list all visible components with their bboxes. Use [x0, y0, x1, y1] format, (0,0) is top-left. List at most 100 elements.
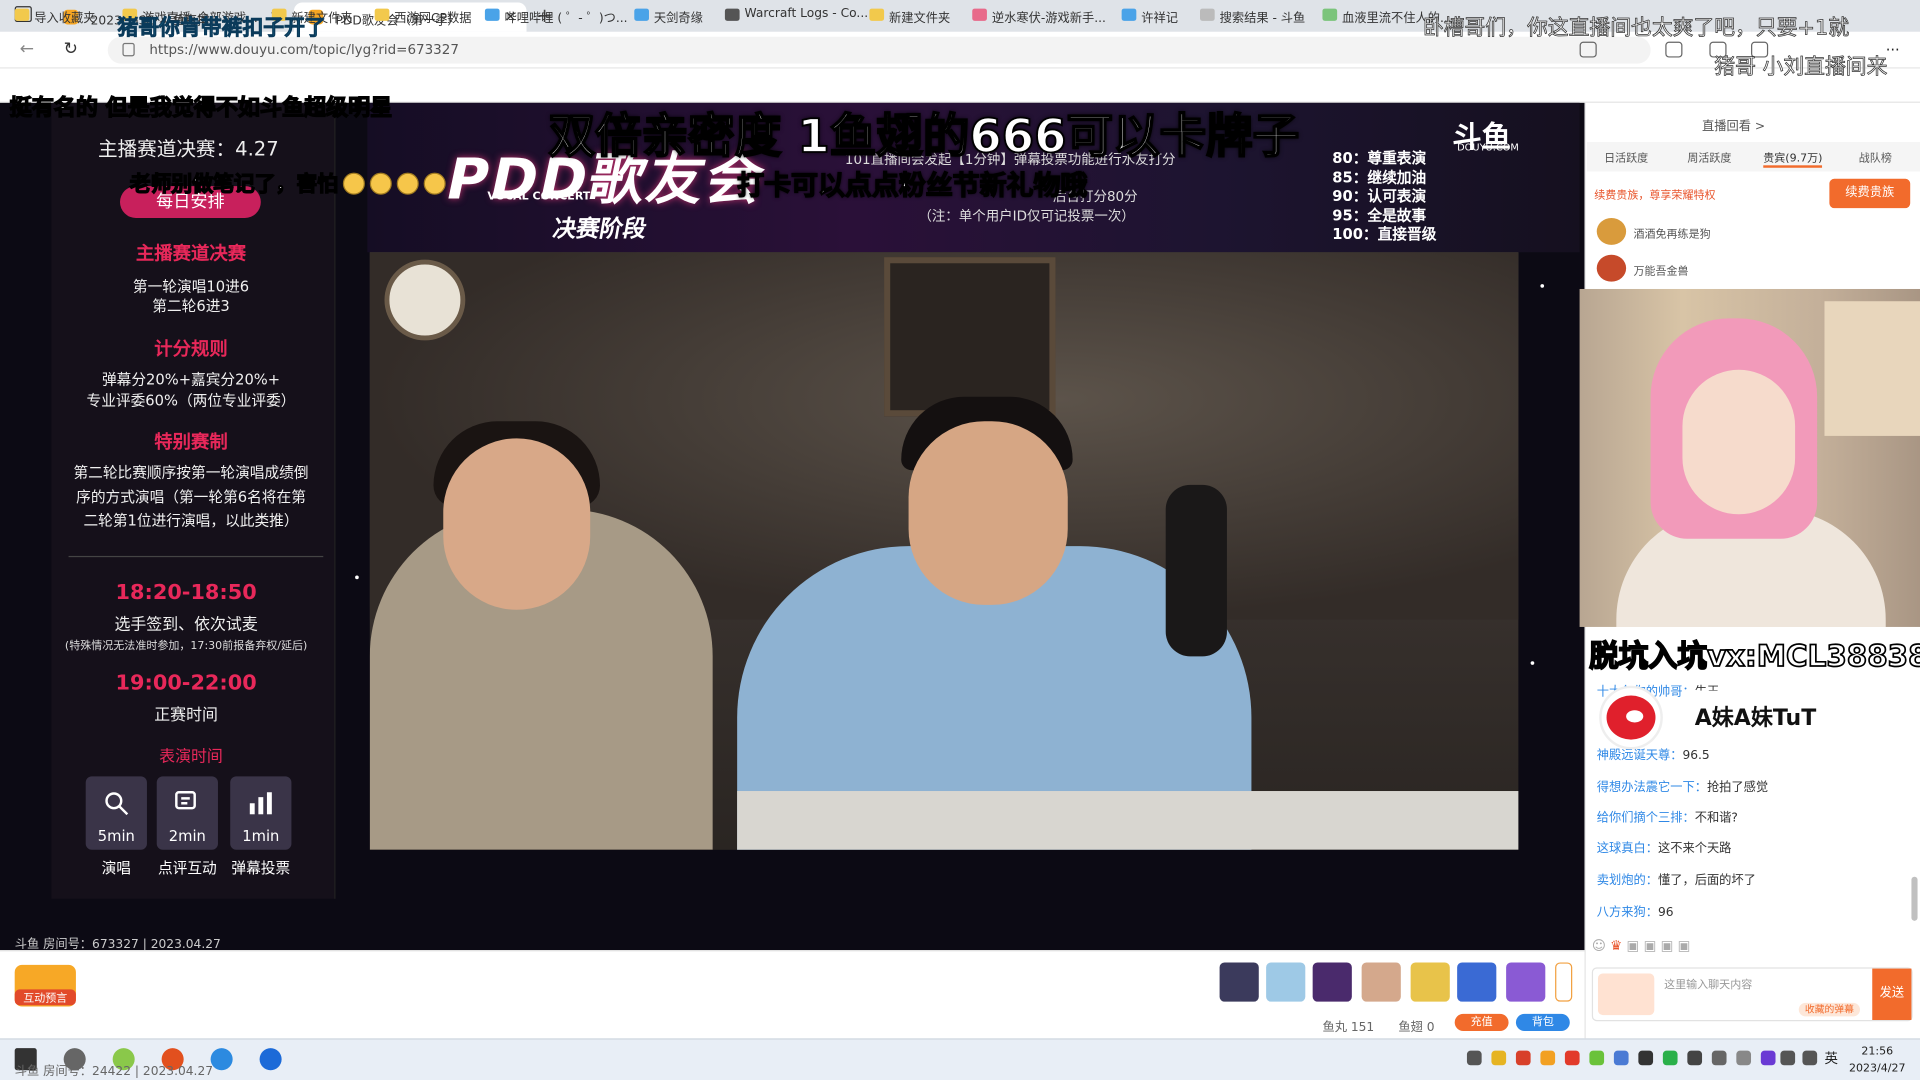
bookmark-item[interactable]: 许祥记 [1121, 7, 1178, 26]
edge-icon[interactable] [210, 1048, 233, 1071]
scared-emoji-icon [423, 172, 446, 195]
interactive-predict-button[interactable]: 互动预言 [14, 964, 76, 1007]
section-heading: 特别赛制 [154, 431, 228, 454]
tray-icon[interactable] [1687, 1050, 1703, 1066]
mic-icon[interactable] [1711, 1050, 1727, 1066]
gift-icon[interactable] [1410, 962, 1450, 1002]
picture-frame [884, 257, 1056, 417]
network-icon[interactable] [1780, 1050, 1796, 1066]
bookmark-icon [1121, 8, 1137, 21]
input-language[interactable]: 英 [1824, 1048, 1837, 1068]
chat-placeholder: 这里输入聊天内容 [1664, 979, 1753, 992]
send-button[interactable]: 发送 [1872, 968, 1912, 1021]
gift-icon[interactable] [1266, 962, 1306, 1002]
tray-icon[interactable] [1736, 1050, 1752, 1066]
gift-icon[interactable] [1219, 962, 1259, 1002]
tray-icon[interactable] [1613, 1050, 1629, 1066]
noble-icon[interactable]: ♛ [1610, 938, 1622, 954]
tab-daily[interactable]: 日活跃度 [1604, 149, 1648, 165]
gift-icon[interactable] [1457, 962, 1497, 1002]
url-input[interactable]: https://www.douyu.com/topic/lyg?rid=6733… [107, 36, 1651, 64]
replay-link[interactable]: 直播回看 > [1702, 115, 1765, 133]
tool-icon[interactable]: ▣ [1627, 938, 1640, 954]
favorites-icon[interactable] [1665, 41, 1683, 58]
fishfin-count: 鱼翅 0 [1398, 1021, 1435, 1035]
gift-icon[interactable] [1312, 962, 1352, 1002]
vip-user[interactable]: 酒酒免再练是狗 [1633, 225, 1710, 241]
more-icon[interactable]: ··· [1886, 42, 1903, 59]
bookmark-item[interactable]: 新建文件夹 [869, 7, 950, 26]
tab-team[interactable]: 战队榜 [1859, 149, 1892, 165]
streamer-webcam [1579, 288, 1920, 627]
renew-noble-button[interactable]: 续费贵族 [1829, 178, 1911, 209]
score-item: 100：直接晋级 [1332, 225, 1437, 243]
chat-scrollbar[interactable] [1911, 876, 1918, 921]
saved-danmaku-tag[interactable]: 收藏的弹幕 [1798, 1002, 1861, 1017]
bookmark-item[interactable]: 哔哩哔哩 ( ゜- ゜)つ... [484, 7, 628, 26]
tray-icon[interactable] [1564, 1050, 1580, 1066]
sparkle [355, 575, 359, 580]
tray-icon[interactable] [1515, 1050, 1531, 1066]
tool-icon[interactable]: ▣ [1644, 938, 1657, 954]
section-heading: 计分规则 [154, 337, 228, 361]
vip-user[interactable]: 万能吾金兽 [1633, 262, 1688, 278]
search-music-icon [105, 792, 129, 816]
tool-icon[interactable]: ▣ [1678, 938, 1691, 954]
tray-icon[interactable] [1491, 1050, 1507, 1066]
chat-input[interactable]: 这里输入聊天内容 收藏的弹幕 发送 [1591, 967, 1913, 1022]
back-icon[interactable]: ← [20, 39, 34, 59]
tray-icon[interactable] [1589, 1050, 1605, 1066]
tray-icon[interactable] [1540, 1050, 1556, 1066]
wall-clock [384, 259, 466, 341]
tray-icon[interactable] [1466, 1050, 1482, 1066]
overlay-text: 挺有名的 但是我觉得不如斗鱼超级明星 [9, 95, 393, 122]
app-icon[interactable] [259, 1048, 282, 1071]
bookmark-item[interactable]: 导入收藏夹 [14, 7, 96, 26]
perf-title: 表演时间 [159, 748, 223, 767]
tab-weekly[interactable]: 周活跃度 [1687, 149, 1731, 165]
tray-icon[interactable] [1638, 1050, 1654, 1066]
bookmark-item[interactable]: 逆水寒伏-游戏新手... [972, 7, 1106, 26]
chat-message: 八方来狗：96 [1596, 906, 1674, 920]
vote-chart-icon [249, 792, 272, 815]
section-text: 序的方式演唱（第一轮第6名将在第 [76, 488, 306, 506]
gift-icon[interactable] [1361, 962, 1401, 1002]
overlay-text: 猪哥 小刘直播间来 [1714, 55, 1888, 80]
system-clock[interactable]: 21:56 2023/4/27 [1849, 1043, 1906, 1077]
avatar [1596, 254, 1627, 282]
chat-message: 给你们摘个三排：不和谐? [1596, 811, 1738, 826]
url-text: https://www.douyu.com/topic/lyg?rid=6733… [149, 41, 459, 58]
folder-icon [869, 8, 885, 21]
gift-icon[interactable] [1506, 962, 1546, 1002]
perf-comment: 2min [156, 776, 218, 850]
chat-tools: ☺ ♛ ▣ ▣ ▣ ▣ [1592, 938, 1691, 954]
avatar [1596, 217, 1627, 245]
tab-vip[interactable]: 贵宾(9.7万) [1763, 149, 1823, 168]
bookmark-item[interactable]: Warcraft Logs - Co... [724, 7, 868, 21]
tray-icon[interactable] [1760, 1050, 1776, 1066]
taskbar-room-info: 斗鱼 房间号：24422 | 2023.04.27 [14, 1065, 214, 1079]
refresh-icon[interactable]: ↻ [64, 39, 78, 59]
tool-icon[interactable]: ▣ [1661, 938, 1674, 954]
tray-icon[interactable] [1662, 1050, 1678, 1066]
duration: 2min [168, 827, 206, 845]
bookmark-item[interactable]: 搜索结果 - 斗鱼 [1200, 7, 1305, 26]
bag-button[interactable]: 背包 [1515, 1013, 1570, 1032]
bookmark-icon [14, 8, 30, 21]
webcam-person-face [1682, 369, 1796, 515]
recharge-button[interactable]: 充值 [1454, 1013, 1509, 1032]
bubble-icon[interactable] [1597, 973, 1655, 1016]
reader-icon[interactable] [1579, 41, 1597, 58]
comment-icon [175, 791, 196, 810]
chat-message: 卖划炮的：懂了，后面的坏了 [1596, 874, 1756, 888]
gift-expand-icon[interactable] [1555, 962, 1573, 1002]
emoji-icon[interactable]: ☺ [1592, 938, 1606, 954]
score-item: 95：全是故事 [1332, 206, 1427, 224]
volume-icon[interactable] [1802, 1050, 1818, 1066]
score-list: 80：尊重表演 85：继续加油 90：认可表演 95：全是故事 100：直接晋级 [1332, 149, 1436, 244]
bookmark-item[interactable]: 西游网CP数据 [374, 7, 471, 26]
perf-vote: 1min [230, 776, 292, 850]
bookmark-item[interactable]: 天剑奇缘 [634, 7, 703, 26]
perf-label: 弹幕投票 [231, 859, 291, 877]
chat-message: 得想办法震它一下：抢拍了感觉 [1596, 781, 1769, 795]
